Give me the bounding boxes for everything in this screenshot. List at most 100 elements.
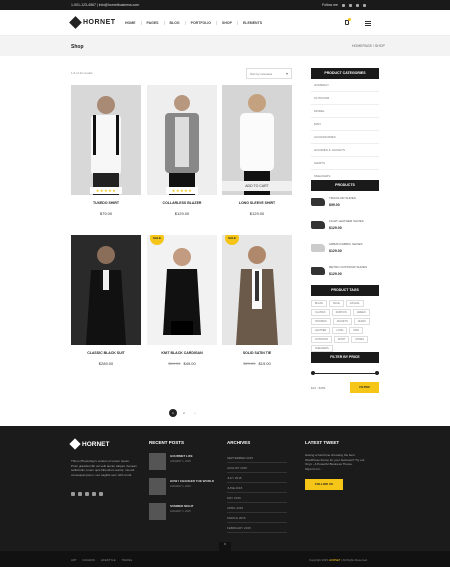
sidebar-product[interactable]: RETRO OUTDOOR SHOES $129.00: [311, 260, 379, 283]
tag[interactable]: MAN: [349, 327, 364, 334]
product-image[interactable]: SALE: [222, 235, 292, 345]
post-title[interactable]: GOURMET LIFE: [170, 454, 215, 458]
product-name[interactable]: CLASSIC BLACK SUIT: [71, 351, 141, 355]
dribbble-icon[interactable]: [92, 492, 96, 496]
sort-select[interactable]: Sort by newness: [246, 68, 292, 79]
twitter-icon[interactable]: [348, 3, 352, 7]
product-name[interactable]: COLLARLESS BLAZER: [147, 201, 217, 205]
bottom-link[interactable]: FASHION: [83, 558, 95, 562]
shoe-thumbnail[interactable]: [311, 267, 325, 275]
tag[interactable]: SHIRT: [333, 336, 350, 343]
recent-post[interactable]: HOW I CHANGED THE WORLD JANUARY 1, 2015: [149, 478, 215, 496]
nav-elements[interactable]: ELEMENTS: [236, 21, 267, 25]
twitter-icon[interactable]: [78, 492, 82, 496]
product-name[interactable]: LONG SLEEVE SHIRT: [222, 201, 292, 205]
tag[interactable]: GREEN: [352, 309, 370, 316]
product-name[interactable]: TUXEDO SHIRT: [71, 201, 141, 205]
price-range-slider[interactable]: [311, 371, 379, 375]
archive-link[interactable]: SEPTEMBER 2015: [227, 453, 287, 463]
footer-logo[interactable]: HORNET: [69, 438, 109, 450]
facebook-icon[interactable]: [71, 492, 75, 496]
product-card[interactable]: ★★★★★ COLLARLESS BLAZER $129.00: [147, 85, 217, 216]
logo[interactable]: HORNET: [69, 16, 116, 29]
tag[interactable]: LEATHER: [311, 327, 331, 334]
nav-home[interactable]: HOME: [125, 21, 141, 25]
tag[interactable]: HOODIES: [311, 318, 331, 325]
product-image[interactable]: ★★★★★: [147, 85, 217, 195]
product-card[interactable]: SALE KNIT BLACK CARDIGAN $89.00 $49.00: [147, 235, 217, 366]
tag[interactable]: LONG: [332, 327, 348, 334]
post-title[interactable]: SUMMER NIGHT: [170, 504, 215, 508]
product-card[interactable]: ★★★★★ TUXEDO SHIRT $79.00: [71, 85, 141, 216]
product-card[interactable]: SALE SOLID SATIN TIE $29.00 $19.00: [222, 235, 292, 366]
tag[interactable]: SNEAKERS: [311, 345, 333, 352]
category-item[interactable]: MODEL: [311, 105, 379, 118]
product-image[interactable]: ★★★★★: [71, 85, 141, 195]
next-page-button[interactable]: ›: [191, 409, 199, 417]
sidebar-product[interactable]: URBAN FABRIC SHOES $129.00: [311, 237, 379, 260]
page-1-button[interactable]: 1: [169, 409, 177, 417]
nav-pages[interactable]: PAGES: [140, 21, 164, 25]
product-card[interactable]: CLASSIC BLACK SUIT $289.00: [71, 235, 141, 366]
product-image[interactable]: [71, 235, 141, 345]
sidebar-product[interactable]: TRICOLOR SHOES $99.00: [311, 191, 379, 214]
product-image[interactable]: SALE: [147, 235, 217, 345]
archive-link[interactable]: AUGUST 2015: [227, 463, 287, 473]
shoe-thumbnail[interactable]: [311, 244, 325, 252]
nav-blog[interactable]: BLOG: [163, 21, 185, 25]
product-name[interactable]: SOLID SATIN TIE: [222, 351, 292, 355]
category-item[interactable]: ACCESSORIES: [311, 131, 379, 144]
bottom-link[interactable]: LIFESTYLE: [101, 558, 116, 562]
pinterest-icon[interactable]: [99, 492, 103, 496]
category-item[interactable]: HOODIES & JACKETS: [311, 144, 379, 157]
tag[interactable]: FASHION: [331, 309, 351, 316]
product-image[interactable]: ADD TO CART: [222, 85, 292, 195]
back-to-top-icon[interactable]: ⌃: [219, 542, 231, 551]
tag[interactable]: CASUAL: [345, 300, 364, 307]
google-plus-icon[interactable]: [355, 3, 359, 7]
recent-post[interactable]: GOURMET LIFE JANUARY 1, 2015: [149, 453, 215, 471]
bottom-link[interactable]: TRAVEL: [122, 558, 133, 562]
tag[interactable]: JEANS: [353, 318, 370, 325]
tag[interactable]: CLASSIC: [311, 309, 330, 316]
follow-us-button[interactable]: FOLLOW US: [305, 479, 343, 490]
shoe-thumbnail[interactable]: [311, 198, 325, 206]
product-card[interactable]: ADD TO CART LONG SLEEVE SHIRT $129.00: [222, 85, 292, 216]
add-to-cart-button[interactable]: ADD TO CART: [222, 181, 292, 191]
page-2-button[interactable]: 2: [180, 409, 188, 417]
bottom-link[interactable]: ART: [71, 558, 77, 562]
facebook-icon[interactable]: [341, 3, 345, 7]
post-thumbnail[interactable]: [149, 478, 166, 495]
instagram-icon[interactable]: [85, 492, 89, 496]
archive-link[interactable]: MARCH 2015: [227, 513, 287, 523]
sidebar-product[interactable]: LIGHT LEATHER SHOES $129.00: [311, 214, 379, 237]
post-thumbnail[interactable]: [149, 453, 166, 470]
tag[interactable]: BLUE: [329, 300, 344, 307]
widget-heading: PRODUCTS: [311, 180, 379, 191]
tag[interactable]: JACKETS: [332, 318, 352, 325]
nav-portfolio[interactable]: PORTFOLIO: [184, 21, 216, 25]
product-name[interactable]: KNIT BLACK CARDIGAN: [147, 351, 217, 355]
tag[interactable]: SHOES: [351, 336, 369, 343]
filter-button[interactable]: FILTER: [350, 382, 379, 393]
archive-link[interactable]: FEBRUARY 2015: [227, 523, 287, 533]
archive-link[interactable]: APRIL 2015: [227, 503, 287, 513]
category-item[interactable]: MAN: [311, 118, 379, 131]
category-item[interactable]: OUTDOOR: [311, 92, 379, 105]
dribbble-icon[interactable]: [362, 3, 366, 7]
cart-icon[interactable]: [345, 18, 351, 25]
shoe-thumbnail[interactable]: [311, 221, 325, 229]
category-item[interactable]: SHIRTS: [311, 157, 379, 170]
post-thumbnail[interactable]: [149, 503, 166, 520]
archive-link[interactable]: JULY 2015: [227, 473, 287, 483]
recent-post[interactable]: SUMMER NIGHT JANUARY 1, 2015: [149, 503, 215, 521]
tag[interactable]: BLACK: [311, 300, 328, 307]
post-title[interactable]: HOW I CHANGED THE WORLD: [170, 479, 215, 483]
archive-link[interactable]: MAY 2015: [227, 493, 287, 503]
tag[interactable]: OUTDOOR: [311, 336, 332, 343]
category-item[interactable]: HOMEDAY: [311, 79, 379, 92]
nav-shop[interactable]: SHOP: [216, 21, 237, 25]
breadcrumb[interactable]: HOMEPAGE / SHOP: [352, 44, 385, 48]
archive-link[interactable]: JUNE 2015: [227, 483, 287, 493]
menu-icon[interactable]: [365, 21, 371, 26]
